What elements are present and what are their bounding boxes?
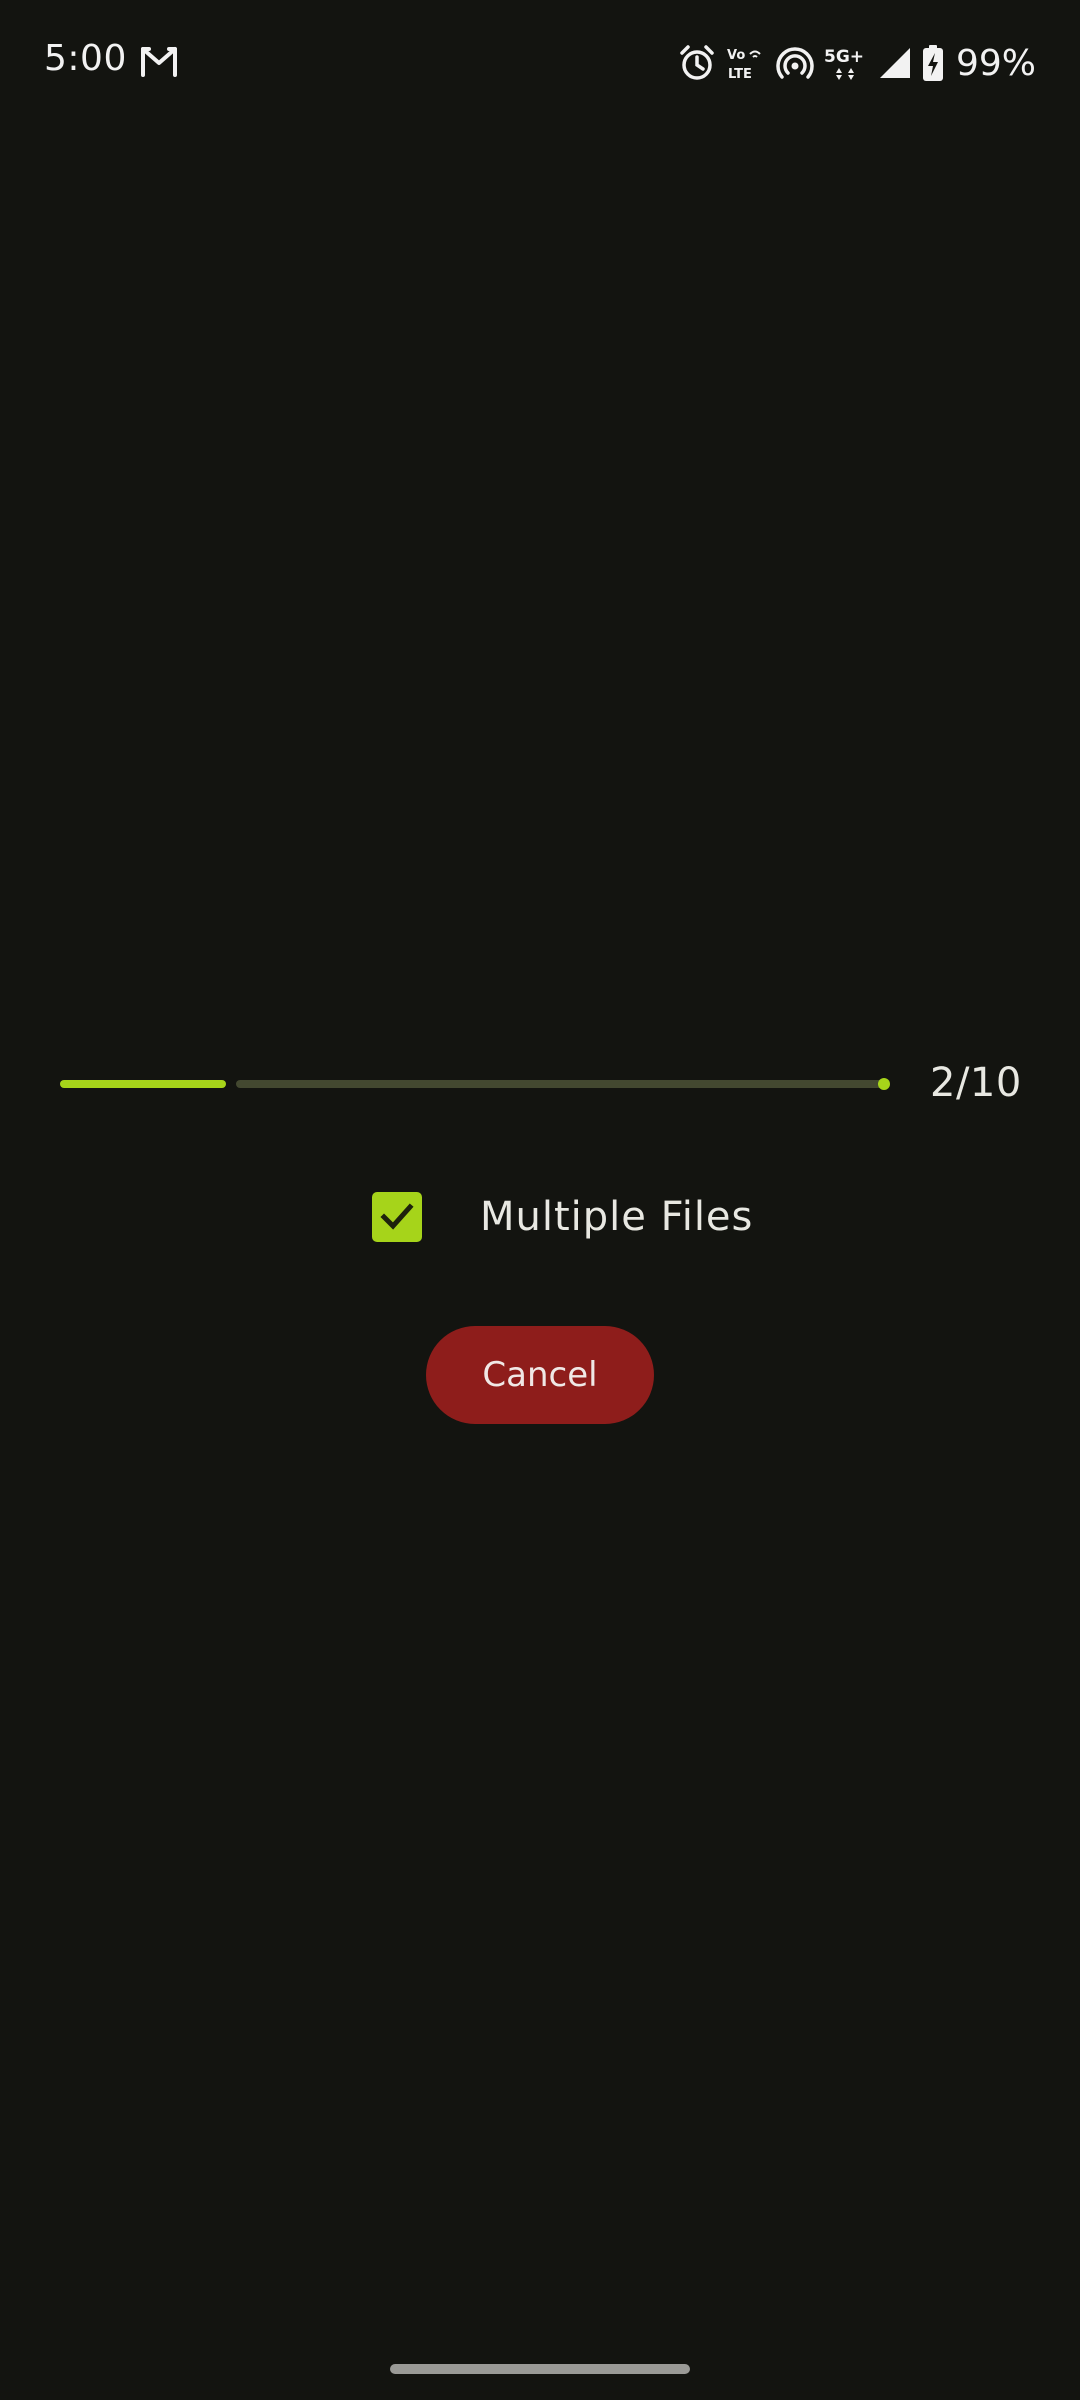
multiple-files-option[interactable]: Multiple Files (372, 1192, 753, 1242)
status-icons: Vo LTE 5G+ 99% (678, 38, 1036, 88)
svg-text:5G+: 5G+ (824, 47, 864, 67)
progress-count: 2/10 (930, 1060, 1022, 1106)
gesture-nav-handle[interactable] (390, 2364, 690, 2374)
cancel-button[interactable]: Cancel (426, 1326, 654, 1424)
status-bar: 5:00 Vo LTE 5G+ 99% (0, 0, 1080, 124)
checkmark-icon (380, 1203, 414, 1230)
progress-fill (60, 1080, 226, 1088)
alarm-icon (680, 45, 714, 80)
battery-percent: 99% (955, 42, 1036, 84)
volte-icon: Vo LTE (727, 48, 761, 82)
multiple-files-checkbox[interactable] (372, 1192, 422, 1242)
gmail-icon (141, 47, 177, 77)
svg-text:LTE: LTE (728, 67, 752, 82)
5g-icon: 5G+ (824, 47, 864, 80)
progress-remaining (236, 1080, 890, 1088)
screen: 5:00 Vo LTE 5G+ 99% 2/10 Multiple Files … (0, 0, 1080, 2400)
hotspot-icon (776, 47, 814, 79)
svg-text:Vo: Vo (727, 48, 745, 63)
signal-icon (879, 48, 910, 78)
status-time: 5:00 (44, 38, 127, 79)
battery-charging-icon (922, 45, 943, 81)
progress-bar (60, 1078, 890, 1090)
progress-end-dot (878, 1078, 890, 1090)
multiple-files-label: Multiple Files (480, 1194, 754, 1240)
